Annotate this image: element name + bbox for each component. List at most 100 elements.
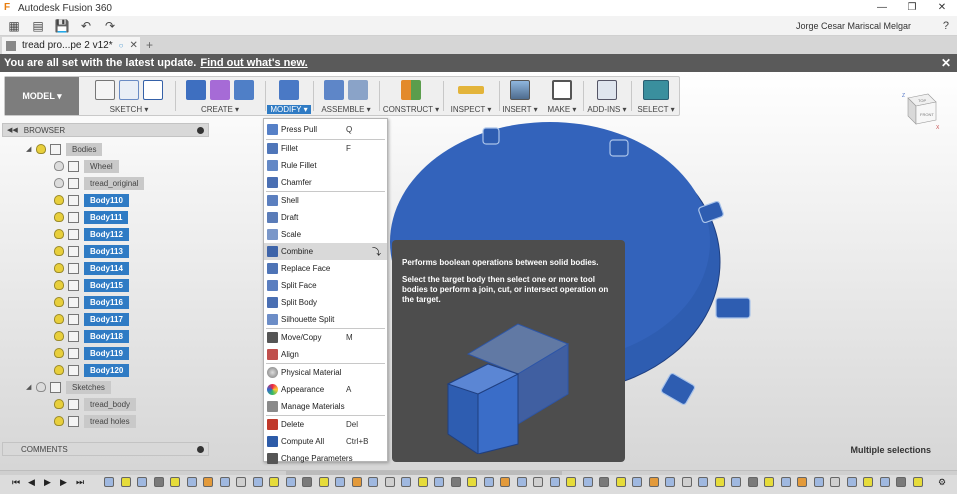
close-tab-button[interactable]: ✕ — [129, 40, 137, 51]
visibility-bulb-icon[interactable] — [54, 263, 64, 273]
menu-item-compute-all[interactable]: Compute All Ctrl+B — [264, 433, 387, 450]
menu-item-replace-face[interactable]: Replace Face — [264, 260, 387, 277]
timeline-feature-icon[interactable] — [417, 477, 428, 487]
inspect-menu-label[interactable]: INSPECT ▾ — [443, 105, 499, 114]
pattern-icon[interactable] — [234, 80, 254, 100]
timeline-feature-icon[interactable] — [632, 477, 642, 487]
3d-print-icon[interactable] — [552, 80, 572, 100]
modify-group[interactable]: MODIFY ▾ — [265, 77, 313, 115]
visibility-bulb-icon[interactable] — [54, 314, 64, 324]
timeline-feature-icon[interactable] — [615, 477, 626, 487]
menu-item-split-body[interactable]: Split Body — [264, 294, 387, 311]
assemble-menu-label[interactable]: ASSEMBLE ▾ — [313, 105, 379, 114]
modify-menu-label[interactable]: MODIFY ▾ — [267, 105, 311, 114]
user-name[interactable]: Jorge Cesar Mariscal Melgar — [796, 21, 911, 31]
select-group[interactable]: SELECT ▾ — [631, 77, 681, 115]
assemble-group[interactable]: ASSEMBLE ▾ — [313, 77, 379, 115]
timeline-feature-icon[interactable] — [269, 477, 279, 487]
menu-item-physical-material[interactable]: Physical Material — [264, 364, 387, 381]
new-tab-button[interactable]: + — [146, 38, 153, 52]
menu-item-align[interactable]: Align — [264, 346, 387, 363]
visibility-bulb-icon[interactable] — [54, 399, 64, 409]
tree-item-body111[interactable]: Body111 — [54, 209, 129, 225]
visibility-bulb-icon[interactable] — [54, 246, 64, 256]
help-button[interactable]: ? — [943, 20, 949, 32]
timeline-feature-icon[interactable] — [879, 477, 890, 487]
tree-item-body112[interactable]: Body112 — [54, 226, 129, 242]
scripts-icon[interactable] — [597, 80, 617, 100]
whats-new-link[interactable]: Find out what's new. — [200, 57, 307, 69]
timeline-feature-icon[interactable] — [665, 477, 675, 487]
tree-item-tread-holes[interactable]: tread holes — [54, 413, 136, 429]
tree-folder-sketches[interactable]: ◢ Sketches — [26, 379, 111, 395]
extrude-icon[interactable] — [186, 80, 206, 100]
visibility-bulb-icon[interactable] — [54, 195, 64, 205]
menu-item-appearance[interactable]: Appearance A — [264, 381, 387, 398]
timeline-feature-icon[interactable] — [516, 477, 527, 487]
step-back-icon[interactable]: ◀ — [28, 477, 38, 487]
timeline-feature-icon[interactable] — [434, 477, 444, 487]
timeline-feature-icon[interactable] — [681, 477, 692, 487]
visibility-bulb-icon[interactable] — [54, 212, 64, 222]
rectangle-icon[interactable] — [143, 80, 163, 100]
timeline-feature-icon[interactable] — [203, 477, 213, 487]
tree-item-body114[interactable]: Body114 — [54, 260, 129, 276]
joint-icon[interactable] — [348, 80, 368, 100]
timeline-feature-icon[interactable] — [896, 477, 906, 487]
timeline-feature-icon[interactable] — [830, 477, 840, 487]
timeline-feature-icon[interactable] — [368, 477, 378, 487]
construct-menu-label[interactable]: CONSTRUCT ▾ — [379, 105, 443, 114]
select-icon[interactable] — [643, 80, 669, 100]
make-menu-label[interactable]: MAKE ▾ — [541, 105, 583, 114]
tree-item-tread-body[interactable]: tread_body — [54, 396, 137, 412]
timeline-feature-icon[interactable] — [120, 477, 131, 487]
tree-item-body116[interactable]: Body116 — [54, 294, 129, 310]
expand-icon[interactable]: ◢ — [26, 383, 36, 391]
timeline-feature-icon[interactable] — [500, 477, 510, 487]
step-forward-icon[interactable]: ▶ — [60, 477, 70, 487]
timeline-feature-icon[interactable] — [863, 477, 873, 487]
timeline-feature-icon[interactable] — [648, 477, 659, 487]
visibility-bulb-icon[interactable] — [54, 365, 64, 375]
timeline-feature-icon[interactable] — [813, 477, 824, 487]
tree-item-body119[interactable]: Body119 — [54, 345, 129, 361]
timeline-feature-icon[interactable] — [549, 477, 560, 487]
line-icon[interactable] — [119, 80, 139, 100]
minimize-button[interactable]: — — [867, 0, 897, 16]
visibility-bulb-icon[interactable] — [54, 229, 64, 239]
tree-item-body110[interactable]: Body110 — [54, 192, 129, 208]
add-comment-icon[interactable] — [197, 445, 204, 453]
create-sketch-icon[interactable] — [95, 80, 115, 100]
go-to-end-icon[interactable]: ⏭ — [76, 477, 86, 487]
menu-item-shell[interactable]: Shell — [264, 192, 387, 209]
new-component-icon[interactable] — [324, 80, 344, 100]
tree-item-body117[interactable]: Body117 — [54, 311, 129, 327]
file-menu-icon[interactable]: ▤ — [28, 17, 48, 35]
add-ins-menu-label[interactable]: ADD-INS ▾ — [583, 105, 631, 114]
redo-icon[interactable]: ↷ — [100, 17, 120, 35]
sketch-group[interactable]: SKETCH ▾ — [83, 77, 175, 115]
timeline-feature-icon[interactable] — [384, 477, 395, 487]
visibility-bulb-icon[interactable] — [54, 178, 64, 188]
menu-item-draft[interactable]: Draft — [264, 209, 387, 226]
press-pull-icon[interactable] — [279, 80, 299, 100]
offset-plane-icon[interactable] — [401, 80, 421, 100]
browser-minimize-icon[interactable] — [197, 126, 204, 134]
measure-icon[interactable] — [458, 86, 484, 94]
workspace-switcher[interactable]: MODEL ▾ — [5, 77, 79, 115]
visibility-bulb-icon[interactable] — [54, 416, 64, 426]
timeline-feature-icon[interactable] — [335, 477, 345, 487]
timeline-feature-icon[interactable] — [137, 477, 147, 487]
visibility-bulb-icon[interactable] — [54, 297, 64, 307]
timeline-feature-icon[interactable] — [714, 477, 725, 487]
document-tab[interactable]: tread pro...pe 2 v12* ○ ✕ — [2, 37, 140, 54]
form-icon[interactable] — [210, 80, 230, 100]
timeline-feature-icon[interactable] — [170, 477, 180, 487]
tree-item-body113[interactable]: Body113 — [54, 243, 129, 259]
menu-item-fillet[interactable]: Fillet F — [264, 140, 387, 157]
timeline-feature-icon[interactable] — [599, 477, 609, 487]
timeline-feature-icon[interactable] — [104, 477, 114, 487]
timeline-settings-icon[interactable]: ⚙ — [938, 477, 948, 487]
insert-menu-label[interactable]: INSERT ▾ — [499, 105, 541, 114]
timeline-feature-icon[interactable] — [483, 477, 494, 487]
